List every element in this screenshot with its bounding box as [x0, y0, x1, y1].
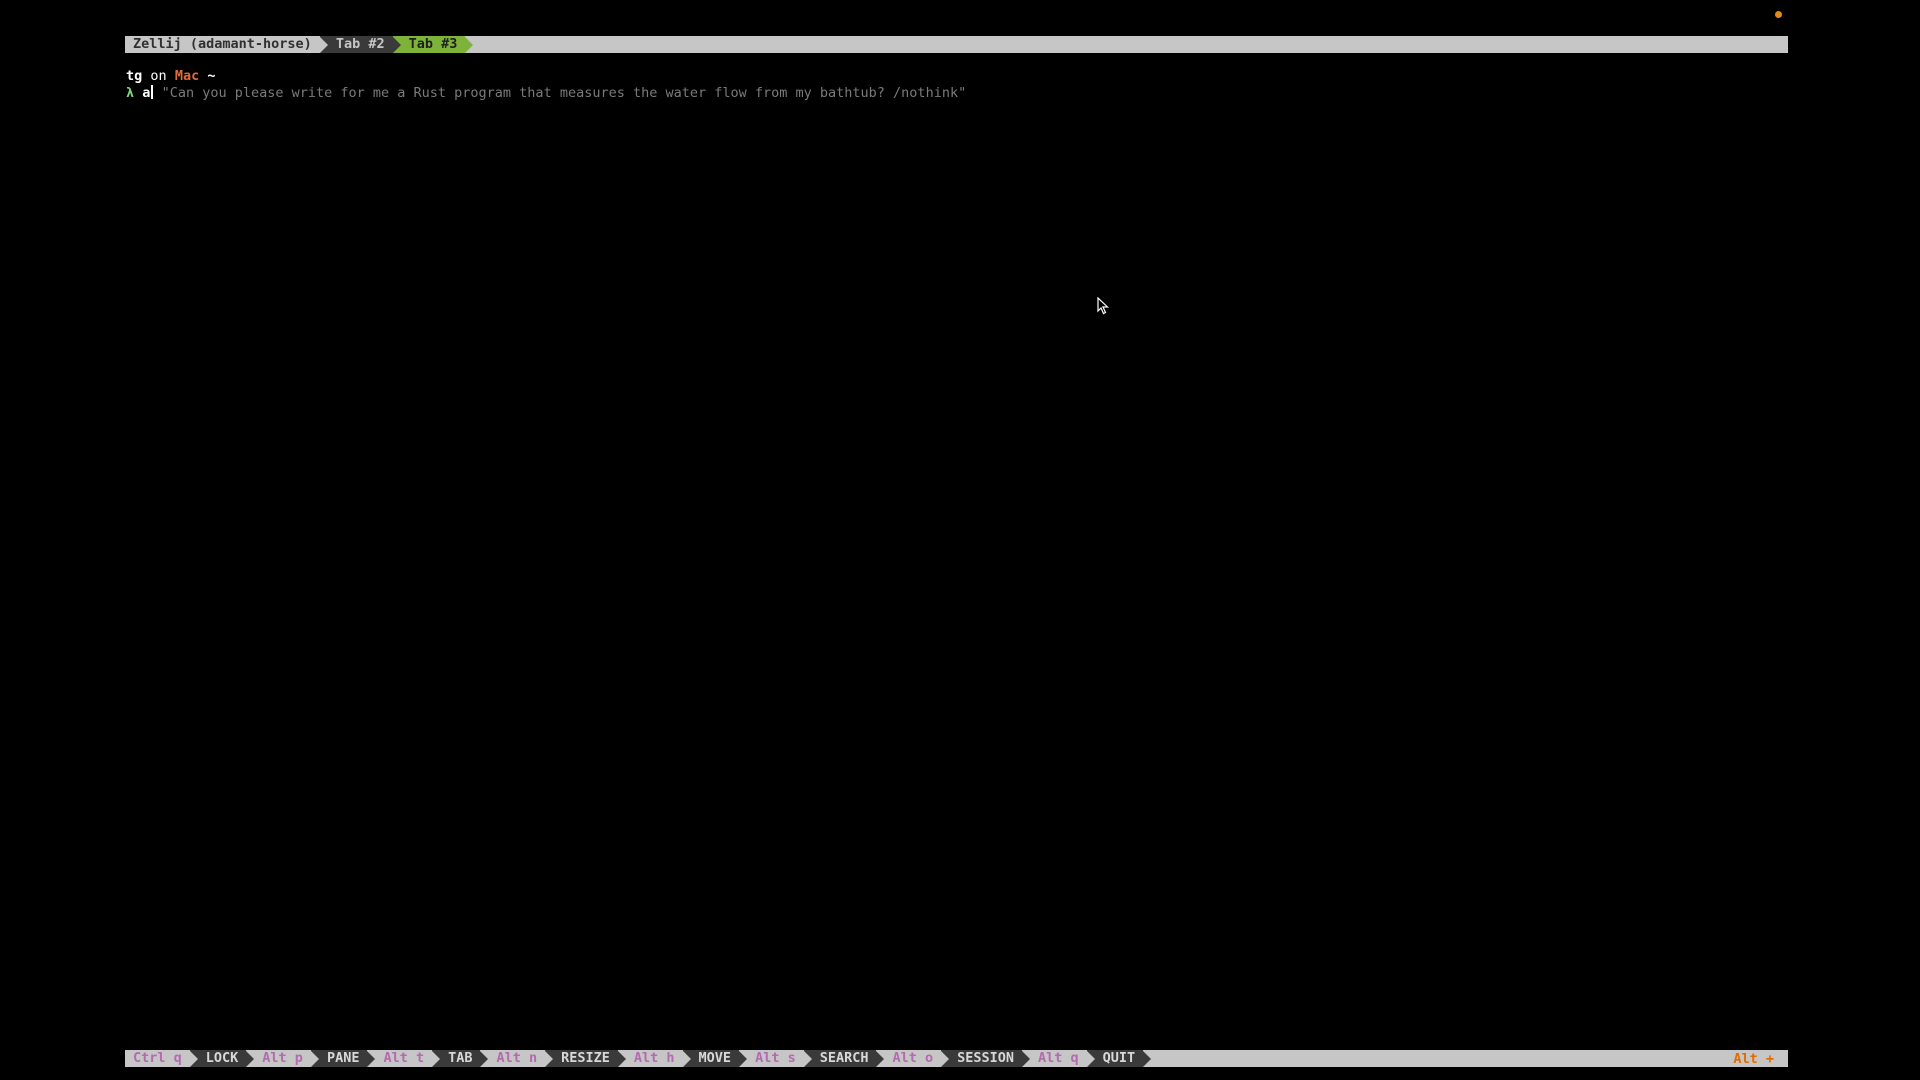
separator-arrow-icon — [319, 36, 328, 53]
key-hint-alt-q: Alt q — [1030, 1050, 1087, 1067]
prompt-info-line: tg on Mac ~ — [126, 68, 215, 84]
mode-pane[interactable]: PANE — [318, 1050, 368, 1067]
mode-lock[interactable]: LOCK — [197, 1050, 247, 1067]
session-name: Zellij (adamant-horse) — [125, 36, 320, 53]
key-hint-alt-p: Alt p — [254, 1050, 311, 1067]
status-bar-filler — [1151, 1050, 1726, 1067]
separator-arrow-icon — [189, 1050, 198, 1067]
key-hint-alt-plus: Alt + — [1733, 1050, 1774, 1067]
separator-arrow-icon — [941, 1050, 950, 1067]
typed-command[interactable]: a — [142, 85, 150, 101]
key-hint-alt-o: Alt o — [884, 1050, 942, 1067]
tab-2[interactable]: Tab #2 — [327, 36, 393, 53]
separator-arrow-icon — [682, 1050, 691, 1067]
tab-3-active[interactable]: Tab #3 — [400, 36, 466, 53]
separator-arrow-icon — [310, 1050, 319, 1067]
text-cursor — [151, 85, 154, 99]
key-hint-alt-t: Alt t — [375, 1050, 433, 1067]
key-hint-ctrl-q: Ctrl q — [125, 1050, 190, 1067]
mode-session[interactable]: SESSION — [949, 1050, 1023, 1067]
separator-arrow-icon — [876, 1050, 885, 1067]
mode-resize[interactable]: RESIZE — [553, 1050, 618, 1067]
recording-indicator-dot — [1775, 11, 1782, 18]
key-hint-alt-s: Alt s — [747, 1050, 804, 1067]
separator-arrow-icon — [367, 1050, 376, 1067]
prompt-directory: ~ — [207, 68, 216, 84]
separator-arrow-icon — [1086, 1050, 1095, 1067]
key-hint-alt-h: Alt h — [625, 1050, 683, 1067]
mode-quit[interactable]: QUIT — [1094, 1050, 1144, 1067]
separator-arrow-icon — [617, 1050, 626, 1067]
separator-arrow-icon — [1022, 1050, 1031, 1067]
separator-arrow-icon — [739, 1050, 748, 1067]
zellij-status-bar: Ctrl q LOCK Alt p PANE Alt t TAB Alt n R… — [125, 1050, 1788, 1067]
prompt-host: Mac — [174, 68, 200, 84]
autosuggestion-text: "Can you please write for me a Rust prog… — [161, 85, 967, 101]
mode-move[interactable]: MOVE — [690, 1050, 740, 1067]
separator-arrow-icon — [246, 1050, 255, 1067]
prompt-user: tg — [126, 68, 143, 84]
mode-search[interactable]: SEARCH — [811, 1050, 877, 1067]
key-hint-alt-n: Alt n — [488, 1050, 546, 1067]
prompt-lambda-icon: λ — [126, 85, 135, 101]
separator-arrow-icon — [480, 1050, 489, 1067]
separator-arrow-icon — [1143, 1050, 1152, 1067]
prompt-on: on — [150, 68, 167, 84]
mouse-pointer-icon — [1097, 297, 1109, 315]
separator-arrow-icon — [803, 1050, 812, 1067]
mode-tab[interactable]: TAB — [440, 1050, 481, 1067]
separator-arrow-icon — [432, 1050, 441, 1067]
separator-arrow-icon — [392, 36, 401, 53]
separator-arrow-icon — [545, 1050, 554, 1067]
command-input-line[interactable]: λ a "Can you please write for me a Rust … — [126, 85, 966, 101]
separator-arrow-icon — [465, 36, 474, 53]
tab-bar-filler — [473, 36, 1788, 53]
zellij-tab-bar: Zellij (adamant-horse) Tab #2 Tab #3 — [125, 36, 1788, 53]
